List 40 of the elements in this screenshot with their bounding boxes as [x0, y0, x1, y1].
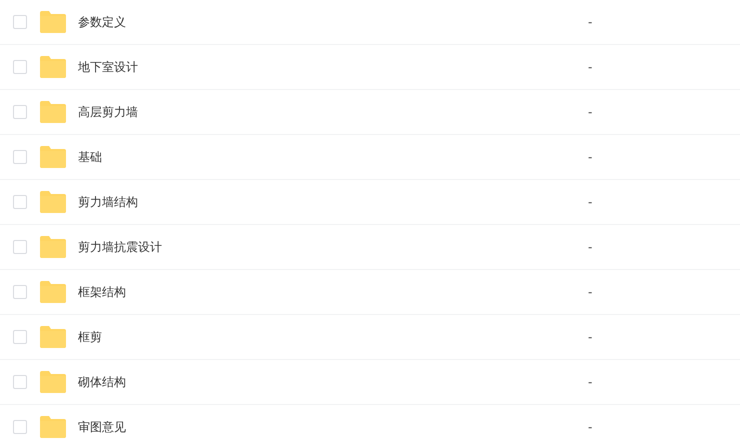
file-size: -: [588, 330, 592, 344]
folder-icon: [40, 326, 66, 348]
folder-icon: [40, 146, 66, 168]
file-size: -: [588, 420, 592, 434]
file-size: -: [588, 375, 592, 389]
file-size: -: [588, 240, 592, 254]
folder-name[interactable]: 砌体结构: [78, 374, 588, 390]
file-size: -: [588, 285, 592, 299]
checkbox[interactable]: [13, 15, 27, 29]
folder-name[interactable]: 剪力墙结构: [78, 194, 588, 210]
folder-name[interactable]: 高层剪力墙: [78, 104, 588, 120]
folder-icon: [40, 56, 66, 78]
folder-icon: [40, 371, 66, 393]
folder-icon: [40, 416, 66, 438]
file-size: -: [588, 60, 592, 74]
folder-icon: [40, 101, 66, 123]
file-size: -: [588, 195, 592, 209]
file-size: -: [588, 15, 592, 29]
checkbox[interactable]: [13, 240, 27, 254]
folder-icon: [40, 11, 66, 33]
folder-name[interactable]: 剪力墙抗震设计: [78, 238, 588, 256]
checkbox[interactable]: [13, 60, 27, 74]
file-size: -: [588, 150, 592, 164]
checkbox[interactable]: [13, 105, 27, 119]
checkbox[interactable]: [13, 420, 27, 434]
folder-icon: [40, 236, 66, 258]
checkbox[interactable]: [13, 195, 27, 209]
checkbox[interactable]: [13, 150, 27, 164]
folder-icon: [40, 191, 66, 213]
folder-name[interactable]: 审图意见: [78, 418, 588, 436]
checkbox[interactable]: [13, 330, 27, 344]
folder-name[interactable]: 参数定义: [78, 14, 588, 30]
checkbox[interactable]: [13, 285, 27, 299]
folder-name[interactable]: 框剪: [78, 328, 588, 346]
checkbox[interactable]: [13, 375, 27, 389]
file-size: -: [588, 105, 592, 119]
folder-icon: [40, 281, 66, 303]
folder-name[interactable]: 框架结构: [78, 284, 588, 300]
folder-name[interactable]: 基础: [78, 148, 588, 166]
folder-name[interactable]: 地下室设计: [78, 58, 588, 76]
